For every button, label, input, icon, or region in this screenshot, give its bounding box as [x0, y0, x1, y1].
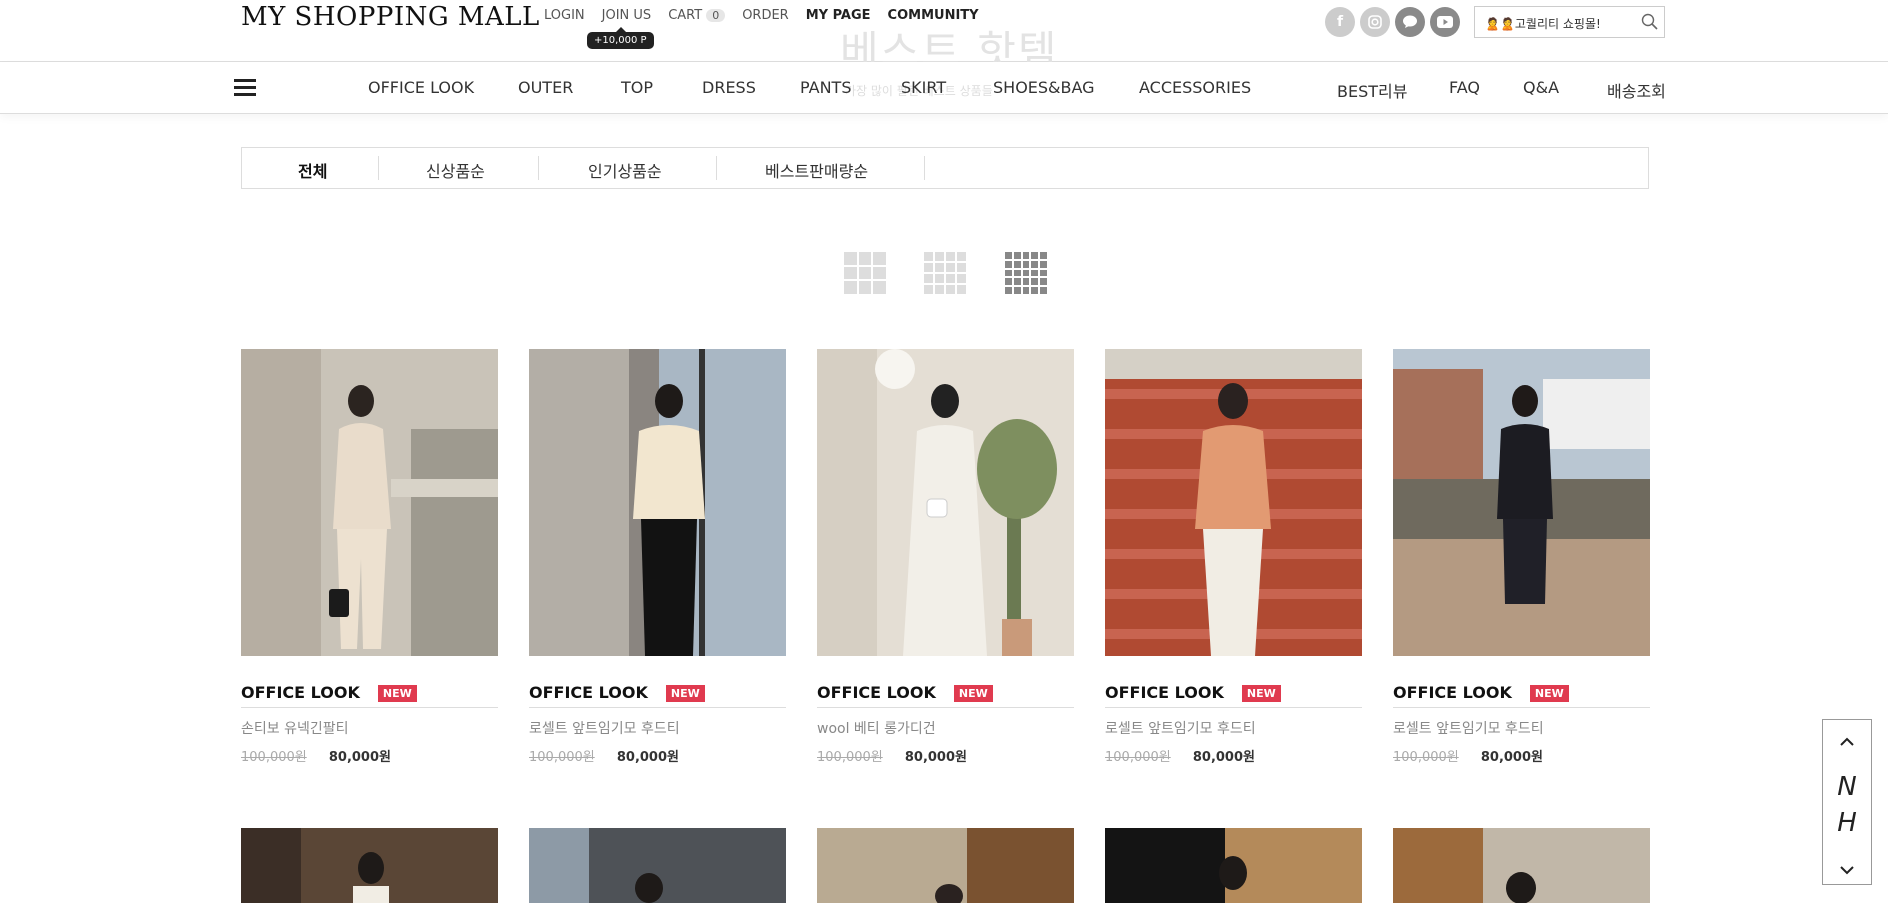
product-category: OFFICE LOOK: [1393, 683, 1512, 702]
product-image[interactable]: [529, 349, 786, 656]
new-badge: NEW: [1529, 685, 1569, 702]
nav-item-office-look[interactable]: OFFICE LOOK: [368, 78, 474, 97]
product-name[interactable]: wool 베티 롱가디건: [817, 718, 1074, 738]
product-image[interactable]: [241, 828, 498, 903]
sale-price: 80,000원: [616, 750, 679, 765]
category-nav: 가장 많이 팔린 베스트 상품들 OFFICE LOOK OUTER TOP D…: [0, 62, 1888, 114]
product-card[interactable]: OFFICE LOOK NEW 로셀트 앞트임기모 후드티 100,000원 8…: [1393, 349, 1650, 765]
product-prices: 100,000원 80,000원: [1105, 746, 1362, 765]
original-price: 100,000원: [1105, 750, 1171, 765]
product-prices: 100,000원 80,000원: [241, 746, 498, 765]
nav-item-pants[interactable]: PANTS: [800, 78, 851, 97]
nav-item-best-review[interactable]: BEST리뷰: [1337, 78, 1407, 102]
kakaotalk-icon[interactable]: [1395, 7, 1425, 37]
original-price: 100,000원: [817, 750, 883, 765]
facebook-icon[interactable]: f: [1325, 7, 1355, 37]
sort-newest[interactable]: 신상품순: [426, 158, 485, 182]
nav-item-qna[interactable]: Q&A: [1523, 78, 1559, 97]
original-price: 100,000원: [241, 750, 307, 765]
product-image[interactable]: [529, 828, 786, 903]
search-input[interactable]: 🙎🙎고퀄리티 쇼핑몰!: [1474, 6, 1665, 38]
quick-scroll-bar: N H: [1822, 719, 1872, 885]
site-logo[interactable]: MY SHOPPING MALL: [241, 2, 540, 32]
product-category-row: OFFICE LOOK NEW: [817, 683, 1074, 708]
product-name[interactable]: 로셀트 앞트임기모 후드티: [1393, 718, 1650, 738]
youtube-icon[interactable]: [1430, 7, 1460, 37]
new-badge: NEW: [377, 685, 417, 702]
product-prices: 100,000원 80,000원: [817, 746, 1074, 765]
hamburger-menu-icon[interactable]: [234, 79, 256, 97]
nav-item-delivery-tracking[interactable]: 배송조회: [1607, 78, 1666, 102]
scroll-down-icon[interactable]: [1823, 860, 1871, 879]
sort-popular[interactable]: 인기상품순: [588, 158, 662, 182]
product-card[interactable]: OFFICE LOOK NEW 로셀트 앞트임기모 후드티 100,000원 8…: [1105, 349, 1362, 765]
quick-letter-n: N: [1837, 772, 1857, 802]
nav-item-skirt[interactable]: SKIRT: [901, 78, 946, 97]
nav-item-top[interactable]: TOP: [621, 78, 653, 97]
nav-item-accessories[interactable]: ACCESSORIES: [1139, 78, 1251, 97]
sort-all[interactable]: 전체: [298, 158, 327, 182]
join-point-badge: +10,000 P: [587, 27, 654, 49]
cart-count-badge: 0: [706, 9, 726, 22]
nav-item-outer[interactable]: OUTER: [518, 78, 573, 97]
product-category: OFFICE LOOK: [529, 683, 648, 702]
product-image[interactable]: [1393, 828, 1650, 903]
search-input-value: 🙎🙎고퀄리티 쇼핑몰!: [1485, 17, 1601, 31]
product-category-row: OFFICE LOOK NEW: [1105, 683, 1362, 708]
new-badge: NEW: [1241, 685, 1281, 702]
sale-price: 80,000원: [1480, 750, 1543, 765]
product-image[interactable]: [1105, 349, 1362, 656]
product-category-row: OFFICE LOOK NEW: [241, 683, 498, 708]
product-name[interactable]: 로셀트 앞트임기모 후드티: [1105, 718, 1362, 738]
product-prices: 100,000원 80,000원: [529, 746, 786, 765]
product-image[interactable]: [241, 349, 498, 656]
product-category-row: OFFICE LOOK NEW: [529, 683, 786, 708]
social-links: f: [1325, 7, 1465, 37]
grid-3-column-icon[interactable]: [844, 252, 886, 294]
sale-price: 80,000원: [328, 750, 391, 765]
login-link[interactable]: LOGIN: [544, 8, 585, 23]
original-price: 100,000원: [1393, 750, 1459, 765]
sort-tabs: 전체 신상품순 인기상품순 베스트판매량순: [241, 147, 1649, 189]
product-image[interactable]: [817, 349, 1074, 656]
product-image[interactable]: [1393, 349, 1650, 656]
nav-item-faq[interactable]: FAQ: [1449, 78, 1480, 97]
product-image[interactable]: [1105, 828, 1362, 903]
cart-link[interactable]: CART 0: [668, 8, 726, 23]
product-image[interactable]: [817, 828, 1074, 903]
product-category-row: OFFICE LOOK NEW: [1393, 683, 1650, 708]
product-prices: 100,000원 80,000원: [1393, 746, 1650, 765]
cart-label: CART: [668, 8, 703, 23]
scroll-up-icon[interactable]: [1823, 728, 1871, 753]
sort-best-selling[interactable]: 베스트판매량순: [765, 158, 868, 182]
join-link[interactable]: JOIN US: [602, 8, 652, 23]
new-badge: NEW: [665, 685, 705, 702]
grid-5-column-icon[interactable]: [1005, 252, 1047, 294]
sale-price: 80,000원: [904, 750, 967, 765]
product-category: OFFICE LOOK: [817, 683, 936, 702]
product-name[interactable]: 손티보 유넥긴팔티: [241, 718, 498, 738]
search-icon[interactable]: [1641, 13, 1658, 30]
product-card[interactable]: OFFICE LOOK NEW 손티보 유넥긴팔티 100,000원 80,00…: [241, 349, 498, 765]
product-category: OFFICE LOOK: [241, 683, 360, 702]
product-card[interactable]: OFFICE LOOK NEW 로셀트 앞트임기모 후드티 100,000원 8…: [529, 349, 786, 765]
nav-item-shoes-bag[interactable]: SHOES&BAG: [993, 78, 1095, 97]
new-badge: NEW: [953, 685, 993, 702]
product-category: OFFICE LOOK: [1105, 683, 1224, 702]
top-header: MY SHOPPING MALL LOGIN JOIN US CART 0 ORD…: [0, 0, 1888, 76]
original-price: 100,000원: [529, 750, 595, 765]
product-name[interactable]: 로셀트 앞트임기모 후드티: [529, 718, 786, 738]
product-card[interactable]: OFFICE LOOK NEW wool 베티 롱가디건 100,000원 80…: [817, 349, 1074, 765]
nav-item-dress[interactable]: DRESS: [702, 78, 756, 97]
quick-letter-h: H: [1837, 808, 1857, 838]
grid-4-column-icon[interactable]: [924, 252, 966, 294]
sale-price: 80,000원: [1192, 750, 1255, 765]
order-link[interactable]: ORDER: [742, 8, 789, 23]
instagram-icon[interactable]: [1360, 7, 1390, 37]
